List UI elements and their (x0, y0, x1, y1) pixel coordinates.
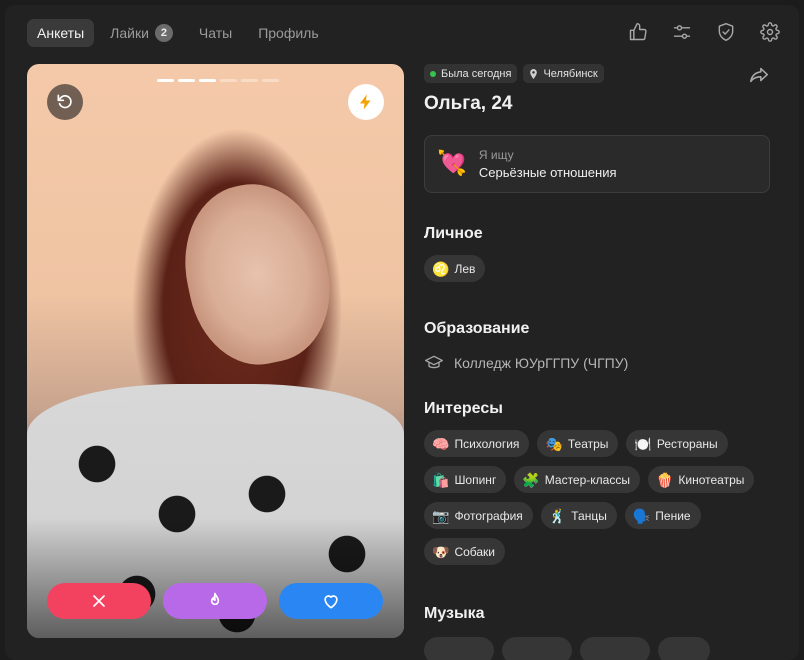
super-like-button[interactable] (163, 583, 267, 619)
interest-label: Мастер-классы (544, 472, 630, 487)
tab-chats-label: Чаты (198, 25, 233, 41)
looking-for-value: Серьёзные отношения (478, 165, 617, 180)
interest-chip: 🍿 Кинотеатры (647, 466, 755, 493)
interest-chip: 🕺 Танцы (540, 502, 617, 529)
tab-profile[interactable]: Профиль (248, 19, 328, 47)
flame-icon (210, 592, 220, 606)
interest-label: Шопинг (454, 472, 497, 487)
profile-name-age: Ольга, 24 (424, 93, 513, 114)
interest-emoji-icon: 🍽️ (634, 435, 652, 452)
interest-emoji-icon: 📷 (432, 507, 450, 524)
tab-chats[interactable]: Чаты (189, 19, 242, 47)
zodiac-chip: ♌ Лев (424, 255, 486, 282)
photo-pager-dot[interactable] (199, 79, 216, 82)
interest-chip: 📷 Фотография (424, 502, 533, 529)
interest-emoji-icon: 🛍️ (432, 471, 450, 488)
education-text: Колледж ЮУрГГПУ (ЧГПУ) (454, 355, 629, 371)
city-text: Челябинск (543, 67, 598, 80)
music-chip (580, 637, 650, 660)
interest-emoji-icon: 🧩 (522, 471, 540, 488)
leo-icon: ♌ (432, 260, 450, 277)
interest-label: Кинотеатры (678, 472, 745, 487)
city-badge: Челябинск (523, 64, 604, 83)
tab-profiles[interactable]: Анкеты (27, 19, 95, 47)
toolbar-icons (627, 21, 781, 43)
interest-chip: 🍽️ Рестораны (626, 430, 728, 457)
interest-chip: 🎭 Театры (537, 430, 619, 457)
interests-section-title: Интересы (424, 400, 503, 417)
profile-meta: Была сегодня Челябинск (424, 64, 770, 83)
boost-button[interactable] (348, 84, 384, 120)
interest-chip: 🛍️ Шопинг (424, 466, 507, 493)
interest-label: Пение (655, 508, 691, 523)
tab-profiles-label: Анкеты (37, 25, 85, 41)
interest-label: Собаки (454, 544, 496, 559)
location-pin-icon (529, 68, 538, 79)
photo-pager-dot[interactable] (220, 79, 237, 82)
personal-section-title: Личное (424, 225, 483, 242)
interest-chip: 🧩 Мастер-классы (514, 466, 640, 493)
app-window: Анкеты Лайки 2 Чаты Профиль Была сегодня… (5, 5, 799, 660)
zodiac-label: Лев (454, 261, 476, 276)
tab-profile-label: Профиль (258, 25, 319, 41)
cupid-heart-icon: 💘 (437, 150, 467, 177)
lightning-icon (360, 94, 371, 110)
online-status-badge: Была сегодня (424, 64, 518, 83)
interest-chip: 🧠 Психология (424, 430, 530, 457)
sliders-icon[interactable] (671, 21, 693, 43)
interest-emoji-icon: 🗣️ (632, 507, 651, 524)
interest-label: Театры (567, 436, 609, 451)
photo-pager-dot[interactable] (262, 79, 279, 82)
photo-pager-dot[interactable] (178, 79, 195, 82)
looking-for-card: 💘 Я ищу Серьёзные отношения (424, 135, 770, 193)
photo-pager (157, 79, 279, 82)
interest-emoji-icon: 🎭 (545, 435, 563, 452)
like-button[interactable] (279, 583, 383, 619)
tab-likes[interactable]: Лайки 2 (100, 19, 183, 47)
main-tabs: Анкеты Лайки 2 Чаты Профиль (27, 19, 329, 47)
photo-gradient (27, 518, 404, 638)
looking-for-label: Я ищу (478, 148, 514, 162)
photo-pager-dot[interactable] (241, 79, 258, 82)
personal-chips: ♌ Лев (424, 255, 770, 282)
profile-details: Была сегодня Челябинск Ольга, 24 💘 Я ищу… (424, 64, 770, 660)
shield-check-icon[interactable] (715, 21, 737, 43)
interest-label: Психология (454, 436, 520, 451)
profile-photo[interactable] (27, 64, 404, 638)
education-row: Колледж ЮУрГГПУ (ЧГПУ) (424, 353, 770, 373)
music-chip (502, 637, 572, 660)
online-dot (430, 70, 436, 77)
education-section-title: Образование (424, 320, 530, 337)
interest-label: Рестораны (656, 436, 718, 451)
interest-chip: 🐶 Собаки (424, 538, 506, 565)
music-chip (424, 637, 494, 660)
interest-chip: 🗣️ Пение (624, 502, 701, 529)
last-seen-text: Была сегодня (441, 67, 512, 80)
gear-icon[interactable] (759, 21, 781, 43)
likes-count-badge: 2 (154, 24, 173, 42)
interest-emoji-icon: 🍿 (655, 471, 674, 488)
interests-chips: 🧠 Психология 🎭 Театры 🍽️ Рестораны 🛍️ Шопинг 🧩 Ма… (424, 430, 770, 565)
music-section-title: Музыка (424, 605, 485, 622)
share-icon[interactable] (748, 64, 770, 86)
close-icon (93, 595, 105, 607)
tab-likes-label: Лайки (110, 25, 149, 41)
dislike-button[interactable] (47, 583, 151, 619)
interest-emoji-icon: 🕺 (548, 507, 567, 524)
graduation-cap-icon (425, 355, 443, 369)
photo-pager-dot[interactable] (157, 79, 174, 82)
interest-emoji-icon: 🐶 (432, 543, 450, 560)
undo-button[interactable] (47, 84, 83, 120)
thumbs-up-icon[interactable] (627, 21, 649, 43)
undo-icon (57, 94, 72, 109)
interest-label: Фотография (454, 508, 523, 523)
music-chips (424, 637, 770, 660)
music-chip (658, 637, 710, 660)
card-actions (47, 583, 383, 619)
interest-emoji-icon: 🧠 (432, 435, 450, 452)
heart-icon (324, 595, 338, 609)
interest-label: Танцы (571, 508, 607, 523)
